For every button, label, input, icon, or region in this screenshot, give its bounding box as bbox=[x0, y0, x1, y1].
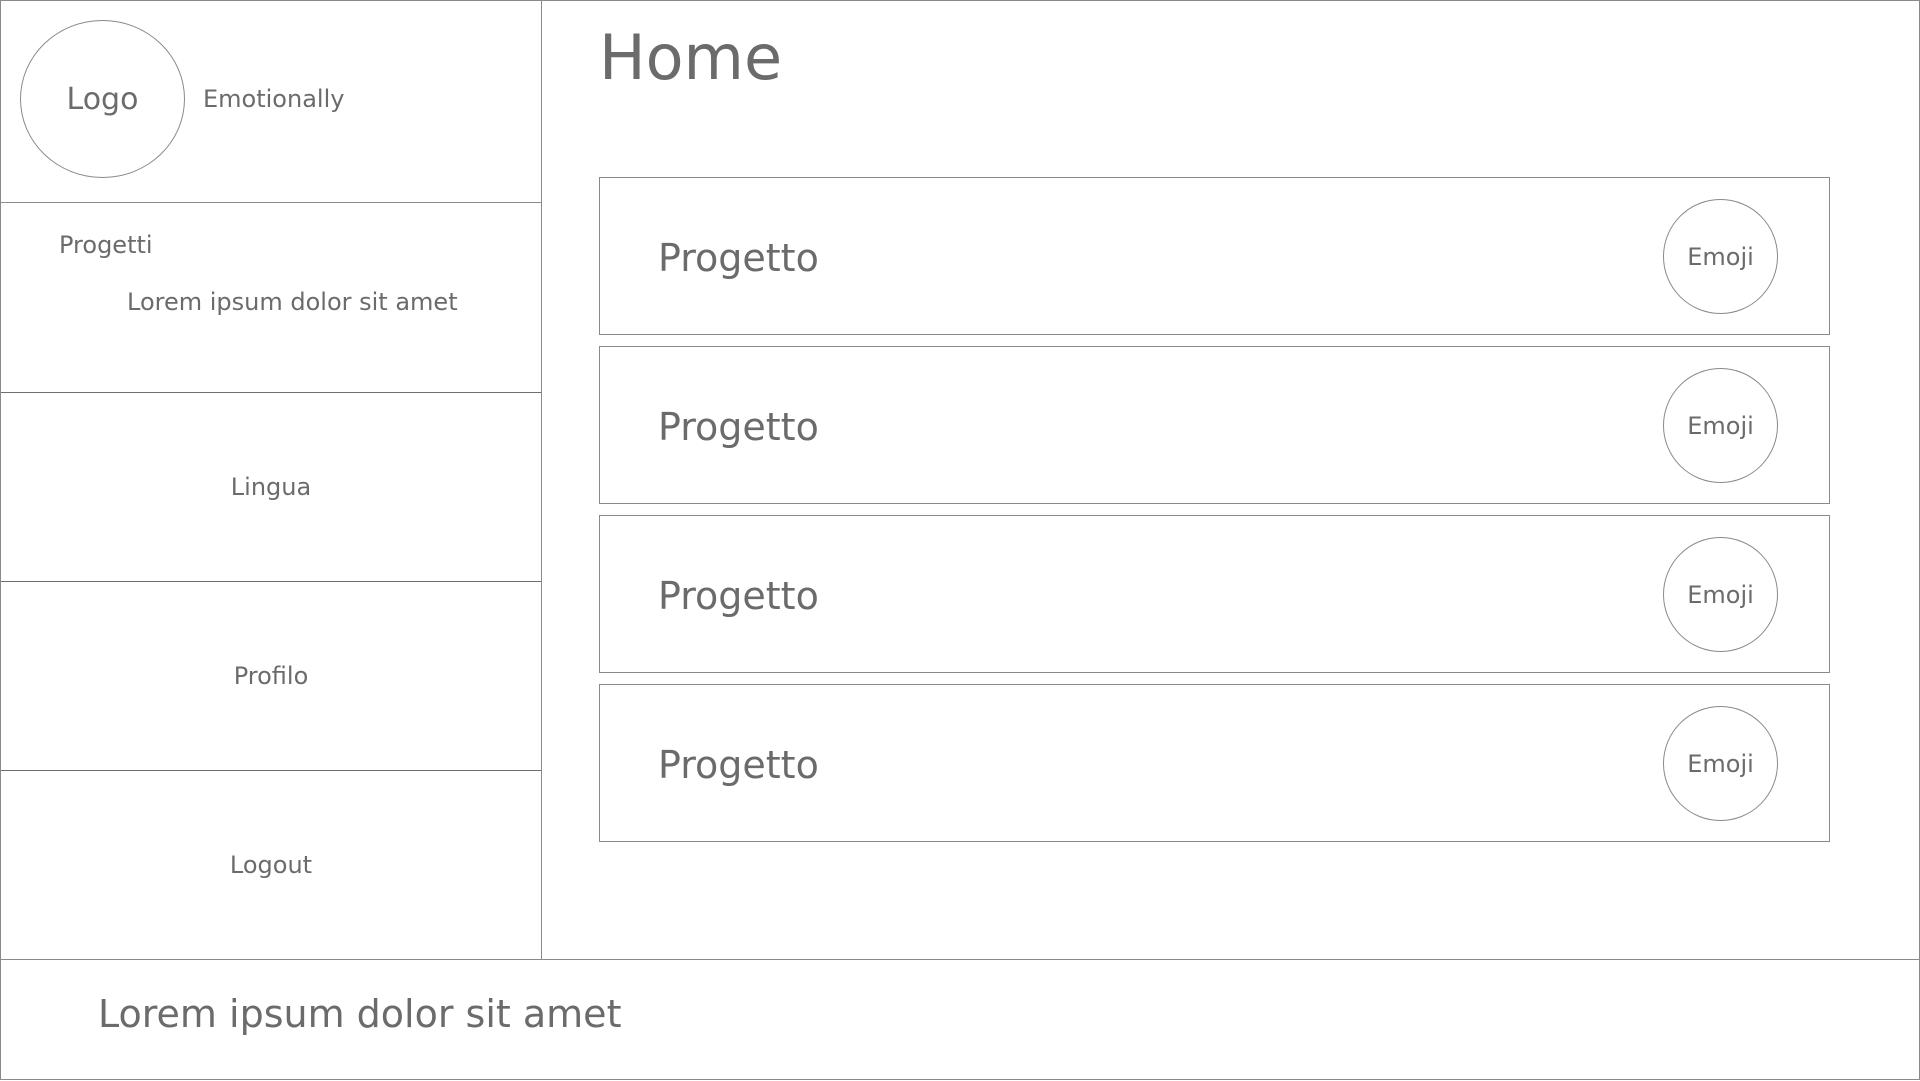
project-card[interactable]: Progetto Emoji bbox=[599, 684, 1830, 842]
sidebar-projects-title: Progetti bbox=[59, 231, 153, 259]
footer-text: Lorem ipsum dolor sit amet bbox=[98, 992, 622, 1036]
sidebar-item-profilo[interactable]: Profilo bbox=[1, 582, 541, 771]
project-card[interactable]: Progetto Emoji bbox=[599, 515, 1830, 673]
sidebar-item-label: Logout bbox=[229, 851, 313, 879]
project-name: Progetto bbox=[658, 743, 819, 787]
sidebar-item-label: Profilo bbox=[233, 662, 309, 690]
project-name: Progetto bbox=[658, 236, 819, 280]
page-title: Home bbox=[599, 21, 783, 94]
footer: Lorem ipsum dolor sit amet bbox=[1, 959, 1920, 1081]
project-card[interactable]: Progetto Emoji bbox=[599, 177, 1830, 335]
emoji-badge[interactable]: Emoji bbox=[1663, 706, 1778, 821]
brand-header: Logo Emotionally bbox=[1, 1, 541, 203]
sidebar-projects-description: Lorem ipsum dolor sit amet bbox=[127, 288, 458, 316]
logo[interactable]: Logo bbox=[20, 20, 185, 178]
project-name: Progetto bbox=[658, 574, 819, 618]
app-name: Emotionally bbox=[203, 85, 345, 113]
project-name: Progetto bbox=[658, 405, 819, 449]
sidebar: Logo Emotionally Progetti Lorem ipsum do… bbox=[1, 1, 542, 959]
main-content: Home Progetto Emoji Progetto Emoji Proge… bbox=[542, 1, 1920, 959]
sidebar-item-lingua[interactable]: Lingua bbox=[1, 393, 541, 582]
project-card[interactable]: Progetto Emoji bbox=[599, 346, 1830, 504]
emoji-badge[interactable]: Emoji bbox=[1663, 199, 1778, 314]
app-frame: Logo Emotionally Progetti Lorem ipsum do… bbox=[0, 0, 1920, 1080]
sidebar-item-label: Lingua bbox=[230, 473, 312, 501]
sidebar-item-projects[interactable]: Progetti Lorem ipsum dolor sit amet bbox=[1, 204, 541, 393]
emoji-badge[interactable]: Emoji bbox=[1663, 368, 1778, 483]
sidebar-item-logout[interactable]: Logout bbox=[1, 771, 541, 959]
emoji-badge[interactable]: Emoji bbox=[1663, 537, 1778, 652]
